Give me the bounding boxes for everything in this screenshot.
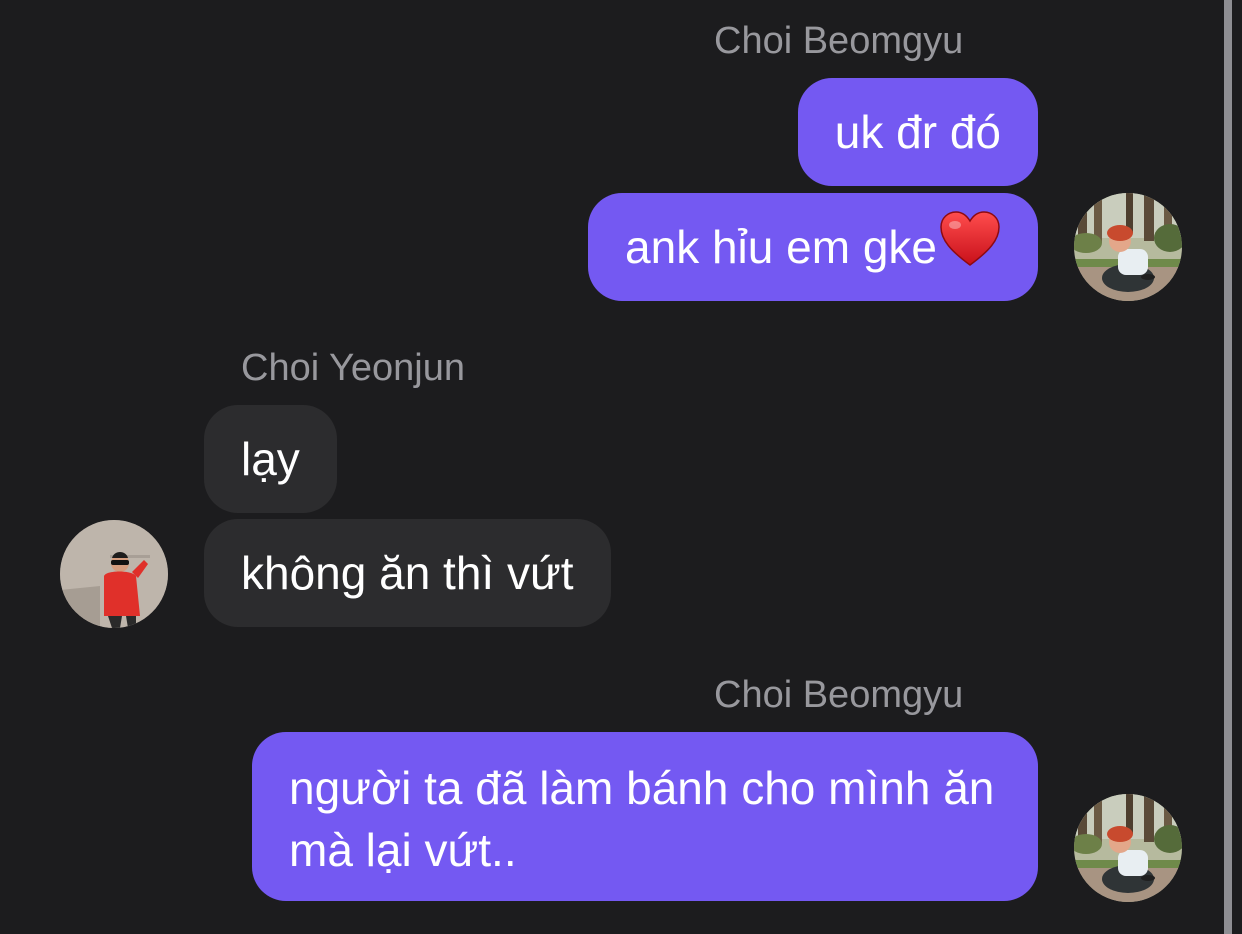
- message-text: lạy: [241, 433, 300, 485]
- heart-emoji-icon: [939, 210, 1001, 283]
- message-text: ank hỉu em gke: [625, 221, 937, 273]
- message-text: uk đr đó: [834, 106, 1001, 158]
- message-text: người ta đã làm bánh cho mình ăn mà lại …: [289, 762, 995, 876]
- chat-screen: { "conversation": { "groups": [ { "sende…: [0, 0, 1242, 934]
- avatar-beomgyu[interactable]: [1074, 794, 1182, 902]
- message-bubble[interactable]: ank hỉu em gke: [588, 193, 1038, 301]
- sender-name-beomgyu: Choi Beomgyu: [714, 20, 964, 62]
- avatar-yeonjun[interactable]: [60, 520, 168, 628]
- message-bubble[interactable]: không ăn thì vứt: [204, 519, 611, 627]
- message-bubble[interactable]: người ta đã làm bánh cho mình ăn mà lại …: [252, 732, 1038, 901]
- sender-name-yeonjun: Choi Yeonjun: [241, 347, 465, 389]
- avatar-beomgyu[interactable]: [1074, 193, 1182, 301]
- avatar-beomgyu-photo: [1074, 794, 1182, 902]
- avatar-beomgyu-photo: [1074, 193, 1182, 301]
- avatar-yeonjun-photo: [60, 520, 168, 628]
- message-bubble[interactable]: uk đr đó: [797, 78, 1038, 186]
- scrollbar[interactable]: [1224, 0, 1232, 934]
- sender-name-beomgyu: Choi Beomgyu: [714, 674, 964, 716]
- message-text: không ăn thì vứt: [241, 547, 574, 599]
- message-bubble[interactable]: lạy: [204, 405, 337, 513]
